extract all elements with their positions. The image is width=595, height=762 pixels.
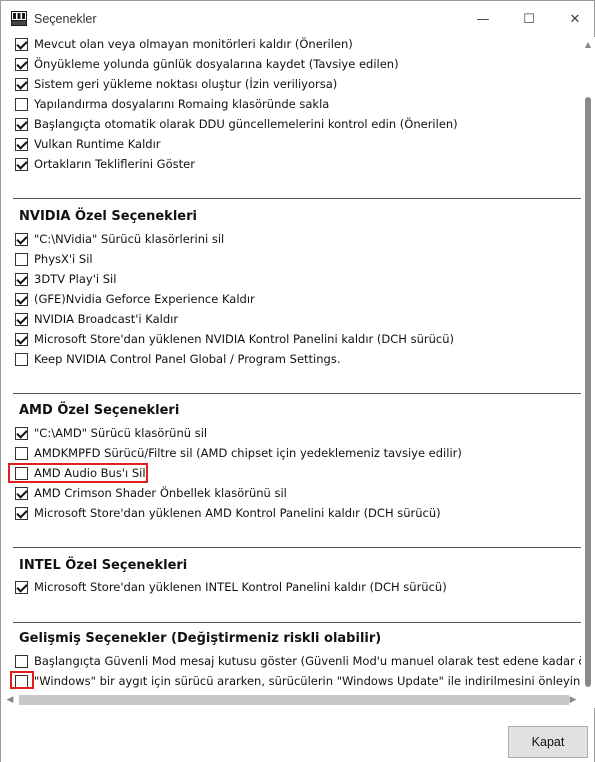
nvidia-option-gfe[interactable]: (GFE)Nvidia Geforce Experience Kaldır xyxy=(15,290,255,308)
option-label: Önyükleme yolunda günlük dosyalarına kay… xyxy=(34,57,399,71)
intel-section-title: INTEL Özel Seçenekleri xyxy=(19,558,188,573)
ddu-app-icon xyxy=(11,11,27,26)
nvidia-option-3dtv[interactable]: 3DTV Play'i Sil xyxy=(15,270,116,288)
checkbox[interactable] xyxy=(15,506,28,520)
scroll-up-icon[interactable]: ▲ xyxy=(583,40,593,50)
section-divider xyxy=(13,198,581,199)
checkbox[interactable] xyxy=(15,157,28,171)
dialog-footer: Kapat xyxy=(1,708,594,762)
highlight-box xyxy=(10,671,34,689)
nvidia-option-broadcast[interactable]: NVIDIA Broadcast'i Kaldır xyxy=(15,310,178,328)
scroll-left-icon[interactable]: ◀ xyxy=(5,695,15,705)
checkbox[interactable] xyxy=(15,232,28,246)
option-label: Vulkan Runtime Kaldır xyxy=(34,137,161,151)
checkbox[interactable] xyxy=(15,426,28,440)
options-content: Mevcut olan veya olmayan monitörleri kal… xyxy=(1,37,581,692)
vertical-scrollbar[interactable]: ▲ ▼ xyxy=(581,37,595,692)
option-label: Başlangıçta otomatik olarak DDU güncelle… xyxy=(34,117,458,131)
title-bar[interactable]: Seçenekler — ☐ ✕ xyxy=(1,1,594,37)
option-label: Microsoft Store'dan yüklenen AMD Kontrol… xyxy=(34,506,441,520)
option-label: Microsoft Store'dan yüklenen INTEL Kontr… xyxy=(34,580,447,594)
option-label: AMD Crimson Shader Önbellek klasörünü si… xyxy=(34,486,287,500)
horizontal-scroll-thumb[interactable] xyxy=(19,695,569,705)
advanced-option-safe-mode[interactable]: Başlangıçta Güvenli Mod mesaj kutusu gös… xyxy=(15,652,581,670)
option-label: Microsoft Store'dan yüklenen NVIDIA Kont… xyxy=(34,332,454,346)
amd-option-shader-cache[interactable]: AMD Crimson Shader Önbellek klasörünü si… xyxy=(15,484,287,502)
maximize-button[interactable]: ☐ xyxy=(506,1,552,37)
option-roaming-config[interactable]: Yapılandırma dosyalarını Romaing klasörü… xyxy=(15,95,329,113)
option-label: Mevcut olan veya olmayan monitörleri kal… xyxy=(34,37,353,51)
option-log-files[interactable]: Önyükleme yolunda günlük dosyalarına kay… xyxy=(15,55,399,73)
advanced-section-title: Gelişmiş Seçenekler (Değiştirmeniz riskl… xyxy=(19,631,382,646)
nvidia-option-keep-settings[interactable]: Keep NVIDIA Control Panel Global / Progr… xyxy=(15,350,340,368)
option-label: Başlangıçta Güvenli Mod mesaj kutusu gös… xyxy=(34,654,581,668)
amd-option-dch-panel[interactable]: Microsoft Store'dan yüklenen AMD Kontrol… xyxy=(15,504,441,522)
option-label: "C:\AMD" Sürücü klasörünü sil xyxy=(34,426,208,440)
option-restore-point[interactable]: Sistem geri yükleme noktası oluştur (İzi… xyxy=(15,75,337,93)
option-vulkan-runtime[interactable]: Vulkan Runtime Kaldır xyxy=(15,135,161,153)
intel-option-dch-panel[interactable]: Microsoft Store'dan yüklenen INTEL Kontr… xyxy=(15,578,447,596)
checkbox[interactable] xyxy=(15,352,28,366)
scroll-down-icon[interactable]: ▼ xyxy=(583,678,593,688)
vertical-scroll-thumb[interactable] xyxy=(585,97,591,687)
checkbox[interactable] xyxy=(15,446,28,460)
checkbox[interactable] xyxy=(15,77,28,91)
section-divider xyxy=(13,622,581,623)
option-label: PhysX'i Sil xyxy=(34,252,93,266)
checkbox[interactable] xyxy=(15,272,28,286)
close-button[interactable]: Kapat xyxy=(508,726,588,758)
option-label: (GFE)Nvidia Geforce Experience Kaldır xyxy=(34,292,255,306)
horizontal-scrollbar[interactable]: ◀ ▶ xyxy=(1,692,581,708)
section-divider xyxy=(13,393,581,394)
advanced-option-windows-update[interactable]: "Windows" bir aygıt için sürücü ararken,… xyxy=(15,672,581,690)
minimize-icon: — xyxy=(476,11,490,27)
scrollbar-corner xyxy=(581,692,595,708)
option-label: "Windows" bir aygıt için sürücü ararken,… xyxy=(34,674,581,688)
option-label: NVIDIA Broadcast'i Kaldır xyxy=(34,312,179,326)
option-partner-offers[interactable]: Ortakların Tekliflerini Göster xyxy=(15,155,195,173)
checkbox[interactable] xyxy=(15,580,28,594)
scroll-right-icon[interactable]: ▶ xyxy=(568,695,578,705)
amd-option-amdkmpfd[interactable]: AMDKMPFD Sürücü/Filtre sil (AMD chipset … xyxy=(15,444,462,462)
section-divider xyxy=(13,547,581,548)
checkbox[interactable] xyxy=(15,486,28,500)
checkbox[interactable] xyxy=(15,117,28,131)
option-label: AMDKMPFD Sürücü/Filtre sil (AMD chipset … xyxy=(34,446,462,460)
close-window-button[interactable]: ✕ xyxy=(552,1,595,37)
amd-option-folder[interactable]: "C:\AMD" Sürücü klasörünü sil xyxy=(15,424,207,442)
option-label: Ortakların Tekliflerini Göster xyxy=(34,157,195,171)
options-window: Seçenekler — ☐ ✕ Mevcut olan veya olmaya… xyxy=(0,0,595,762)
close-icon: ✕ xyxy=(569,11,581,27)
checkbox[interactable] xyxy=(15,312,28,326)
window-title: Seçenekler xyxy=(34,12,97,26)
checkbox[interactable] xyxy=(15,57,28,71)
option-label: 3DTV Play'i Sil xyxy=(34,272,117,286)
checkbox[interactable] xyxy=(15,97,28,111)
option-label: Yapılandırma dosyalarını Romaing klasörü… xyxy=(34,97,330,111)
highlight-box xyxy=(8,463,148,483)
option-label: Sistem geri yükleme noktası oluştur (İzi… xyxy=(34,77,338,91)
option-label: Keep NVIDIA Control Panel Global / Progr… xyxy=(34,352,341,366)
checkbox[interactable] xyxy=(15,137,28,151)
nvidia-option-dch-panel[interactable]: Microsoft Store'dan yüklenen NVIDIA Kont… xyxy=(15,330,454,348)
option-remove-monitors[interactable]: Mevcut olan veya olmayan monitörleri kal… xyxy=(15,37,353,53)
option-label: "C:\NVidia" Sürücü klasörlerini sil xyxy=(34,232,225,246)
nvidia-section-title: NVIDIA Özel Seçenekleri xyxy=(19,209,197,224)
maximize-icon: ☐ xyxy=(523,11,535,27)
nvidia-option-folder[interactable]: "C:\NVidia" Sürücü klasörlerini sil xyxy=(15,230,224,248)
option-check-updates[interactable]: Başlangıçta otomatik olarak DDU güncelle… xyxy=(15,115,458,133)
checkbox[interactable] xyxy=(15,37,28,51)
nvidia-option-physx[interactable]: PhysX'i Sil xyxy=(15,250,93,268)
minimize-button[interactable]: — xyxy=(460,1,506,37)
checkbox[interactable] xyxy=(15,332,28,346)
checkbox[interactable] xyxy=(15,252,28,266)
checkbox[interactable] xyxy=(15,292,28,306)
checkbox[interactable] xyxy=(15,654,28,668)
amd-section-title: AMD Özel Seçenekleri xyxy=(19,403,180,418)
